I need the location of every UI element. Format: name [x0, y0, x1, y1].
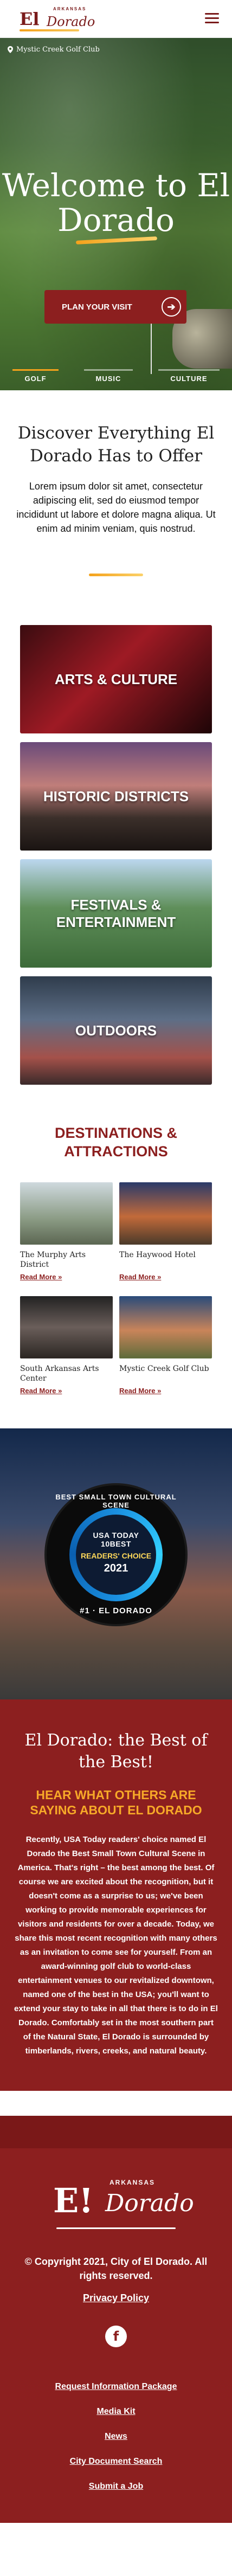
best-title: El Dorado: the Best of the Best!	[24, 1731, 208, 1772]
logo-el-text: El	[20, 9, 40, 29]
destination-card: Mystic Creek Golf Club Read More »	[119, 1296, 212, 1396]
category-card-festivals[interactable]: FESTIVALS & ENTERTAINMENT	[20, 859, 212, 968]
discover-title: Discover Everything El Dorado Has to Off…	[17, 423, 215, 466]
best-body: Recently, USA Today readers' choice name…	[14, 1833, 218, 2058]
category-label: ARTS & CULTURE	[54, 671, 178, 687]
badge-brand: USA TODAY	[93, 1531, 139, 1540]
destination-card: The Haywood Hotel Read More »	[119, 1182, 212, 1282]
destination-name: South Arkansas Arts Center	[20, 1364, 99, 1383]
category-label: OUTDOORS	[75, 1022, 157, 1039]
arrow-right-icon: ➔	[162, 297, 181, 317]
discover-section: Discover Everything El Dorado Has to Off…	[0, 390, 232, 598]
read-more-link[interactable]: Read More »	[119, 1273, 161, 1281]
footer-link-submit-job[interactable]: Submit a Job	[13, 2482, 219, 2491]
footer-logo-state: ARKANSAS	[109, 2179, 156, 2186]
destination-card: The Murphy Arts District Read More »	[20, 1182, 113, 1282]
destination-name: The Haywood Hotel	[119, 1251, 196, 1259]
logo-state-text: ARKANSAS	[53, 7, 87, 11]
destinations-grid: The Murphy Arts District Read More » The…	[20, 1182, 212, 1396]
facebook-icon[interactable]: f	[105, 2326, 127, 2347]
footer-logo-dorado: Dorado	[105, 2189, 194, 2217]
category-card-historic-districts[interactable]: HISTORIC DISTRICTS	[20, 742, 212, 851]
discover-body: Lorem ipsum dolor sit amet, consectetur …	[16, 481, 216, 534]
destination-name: The Murphy Arts District	[20, 1251, 86, 1269]
destination-image[interactable]	[20, 1182, 113, 1245]
footer-logo-el: E!	[53, 2181, 94, 2220]
site-logo[interactable]: ARKANSAS El Dorado	[20, 5, 101, 33]
logo-swoosh	[20, 29, 79, 31]
privacy-policy-link[interactable]: Privacy Policy	[13, 2292, 219, 2304]
site-header: ARKANSAS El Dorado	[0, 0, 232, 38]
destinations-title: DESTINATIONS & ATTRACTIONS	[54, 1125, 177, 1160]
badge-top-text: BEST SMALL TOWN CULTURAL SCENE	[55, 1493, 177, 1509]
badge-inner: USA TODAY 10BEST READERS' CHOICE 2021	[76, 1515, 156, 1595]
footer-link-media-kit[interactable]: Media Kit	[13, 2407, 219, 2417]
badge-year: 2021	[104, 1562, 128, 1574]
read-more-link[interactable]: Read More »	[20, 1273, 62, 1281]
category-cards: ARTS & CULTURE HISTORIC DISTRICTS FESTIV…	[0, 598, 232, 1106]
site-footer: ARKANSAS E! Dorado © Copyright 2021, Cit…	[0, 2116, 232, 2523]
footer-link-document-search[interactable]: City Document Search	[13, 2457, 219, 2466]
category-card-outdoors[interactable]: OUTDOORS	[20, 976, 212, 1085]
plan-your-visit-button[interactable]: PLAN YOUR VISIT ➔	[44, 290, 186, 324]
tab-culture[interactable]: CULTURE	[158, 369, 220, 383]
footer-link-news[interactable]: News	[13, 2432, 219, 2442]
tab-music[interactable]: MUSIC	[83, 369, 133, 383]
usa-today-award-badge: BEST SMALL TOWN CULTURAL SCENE USA TODAY…	[47, 1485, 185, 1624]
badge-award: READERS' CHOICE	[80, 1551, 152, 1560]
discover-swoosh	[89, 574, 143, 576]
hero-location-text: Mystic Creek Golf Club	[16, 46, 100, 54]
footer-logo-underline	[56, 2227, 176, 2229]
best-body-highlight: USA Today	[63, 1835, 106, 1844]
category-card-arts-culture[interactable]: ARTS & CULTURE	[20, 625, 212, 733]
category-label: FESTIVALS & ENTERTAINMENT	[56, 897, 176, 930]
destination-card: South Arkansas Arts Center Read More »	[20, 1296, 113, 1396]
destination-name: Mystic Creek Golf Club	[119, 1364, 209, 1373]
best-body-lead: Recently,	[25, 1835, 62, 1844]
hero-tabs: GOLF MUSIC CULTURE	[0, 361, 232, 390]
hero-title: Welcome to El Dorado	[2, 167, 230, 239]
hamburger-menu-icon[interactable]	[205, 13, 219, 24]
footer-logo[interactable]: ARKANSAS E! Dorado	[46, 2175, 194, 2235]
award-badge-section: BEST SMALL TOWN CULTURAL SCENE USA TODAY…	[0, 1428, 232, 1699]
badge-sub: 10BEST	[101, 1540, 131, 1548]
destination-image[interactable]	[20, 1296, 113, 1358]
destination-image[interactable]	[119, 1182, 212, 1245]
category-label: HISTORIC DISTRICTS	[43, 788, 189, 804]
best-subtitle: HEAR WHAT OTHERS ARE SAYING ABOUT EL DOR…	[30, 1788, 202, 1817]
destination-image[interactable]	[119, 1296, 212, 1358]
tab-golf[interactable]: GOLF	[12, 369, 59, 383]
plan-your-visit-label: PLAN YOUR VISIT	[62, 302, 132, 312]
footer-links: Request Information Package Media Kit Ne…	[13, 2382, 219, 2491]
copyright-text: © Copyright 2021, City of El Dorado. All…	[24, 2256, 208, 2281]
destinations-section: DESTINATIONS & ATTRACTIONS The Murphy Ar…	[0, 1106, 232, 1428]
best-body-rest: readers' choice named El Dorado the Best…	[14, 1835, 218, 2056]
hero-location: Mystic Creek Golf Club	[8, 46, 100, 54]
best-of-best-section: El Dorado: the Best of the Best! HEAR WH…	[0, 1699, 232, 2091]
read-more-link[interactable]: Read More »	[20, 1387, 62, 1395]
footer-link-request-info[interactable]: Request Information Package	[13, 2382, 219, 2392]
location-pin-icon	[8, 46, 13, 53]
read-more-link[interactable]: Read More »	[119, 1387, 161, 1395]
hero-section: Mystic Creek Golf Club Welcome to El Dor…	[0, 38, 232, 390]
badge-bottom-text: #1 · EL DORADO	[80, 1606, 152, 1615]
logo-dorado-text: Dorado	[47, 14, 95, 29]
